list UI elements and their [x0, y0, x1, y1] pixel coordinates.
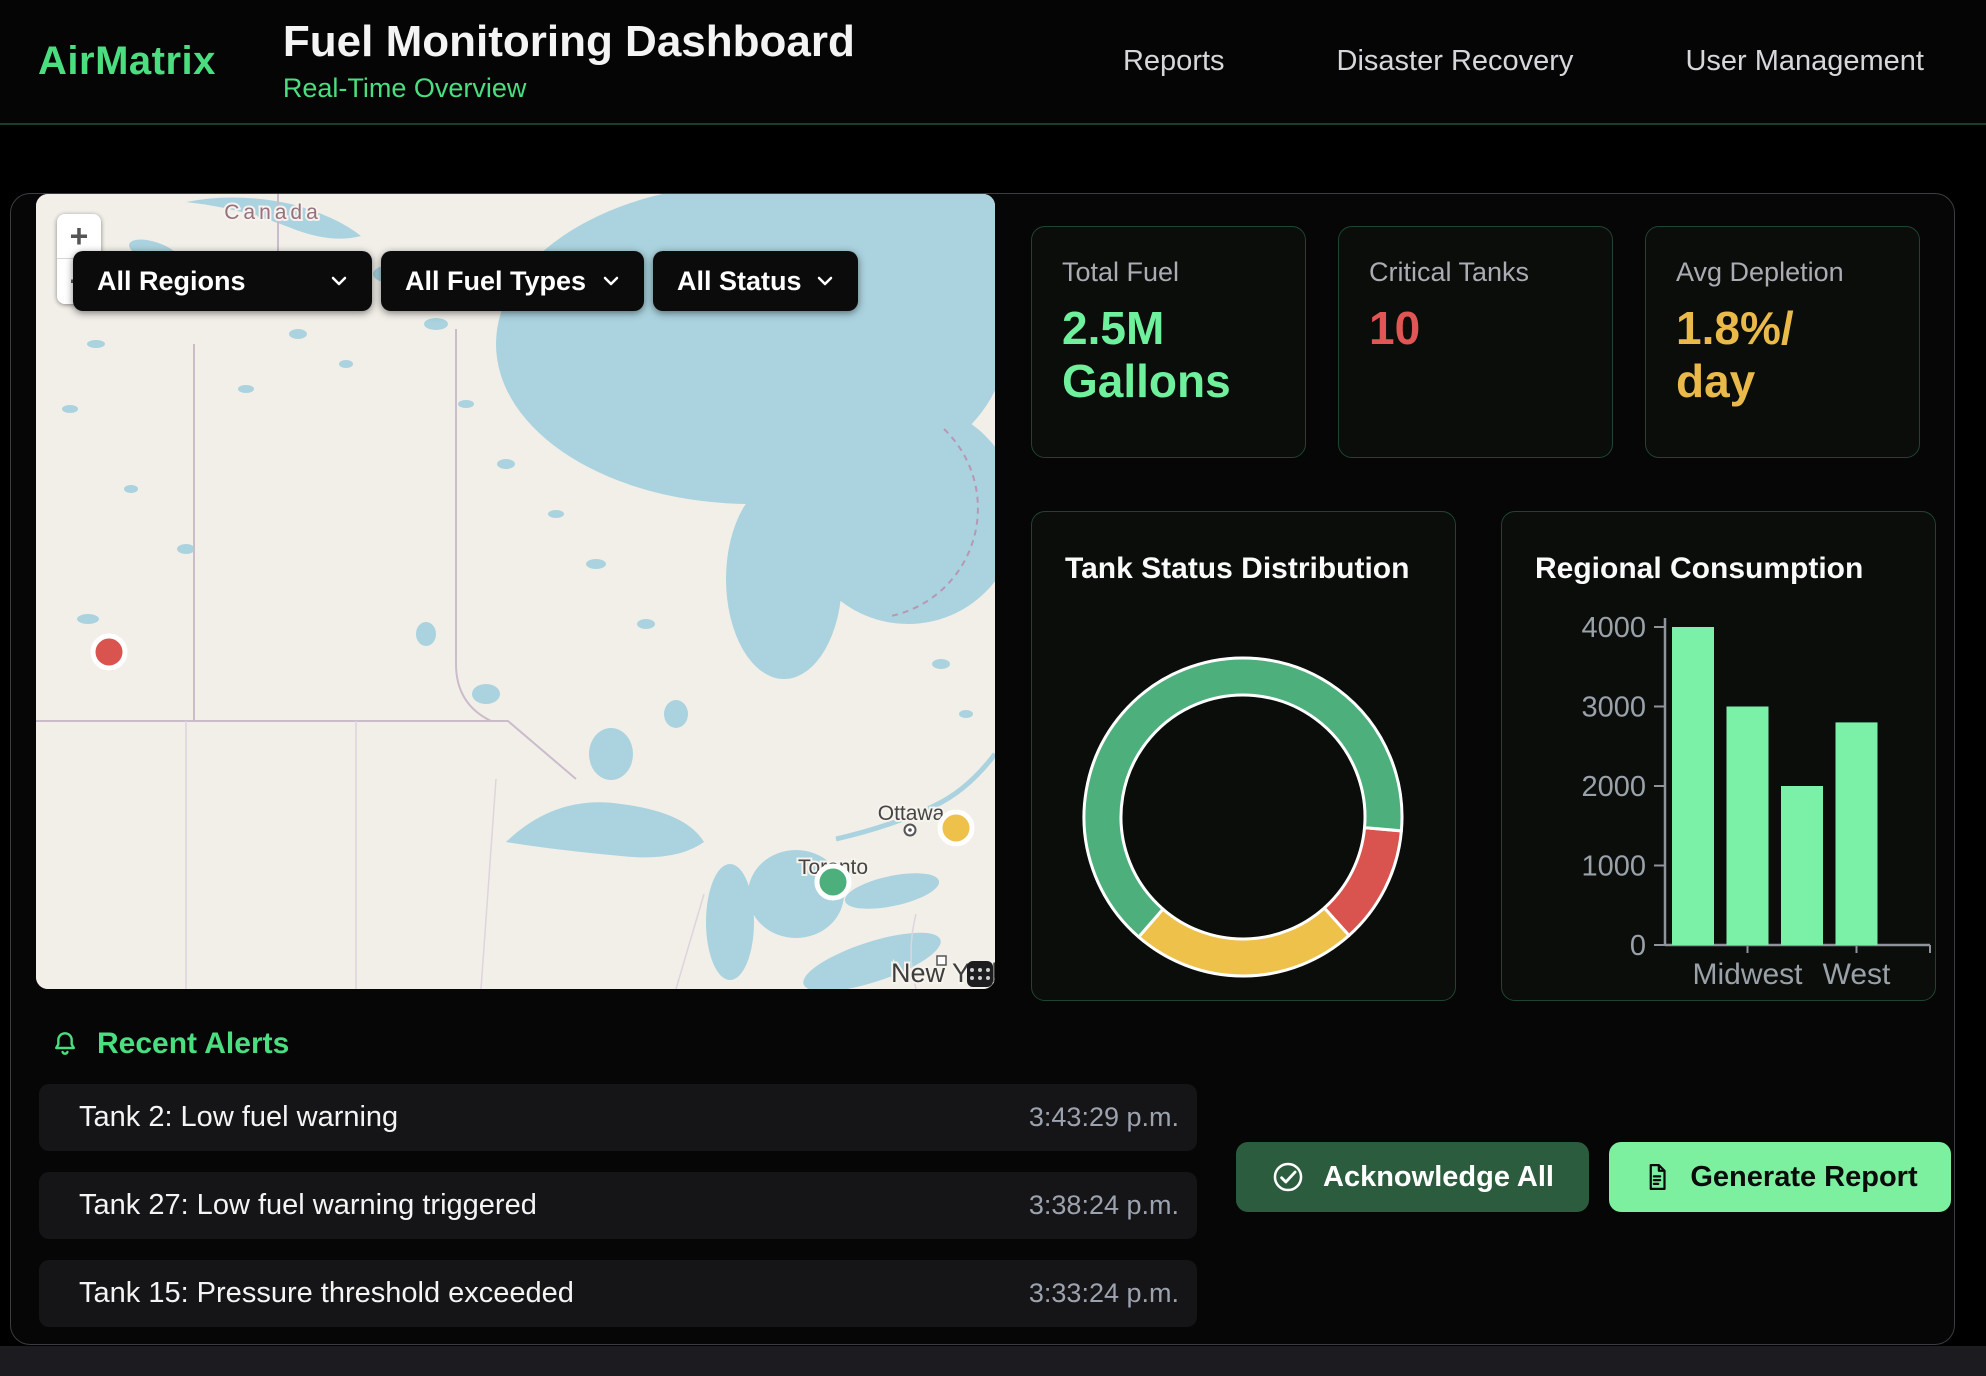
alert-row[interactable]: Tank 2: Low fuel warning 3:43:29 p.m.	[39, 1084, 1197, 1151]
fuel-map[interactable]: Canada Ottawa Toronto New York + − All R…	[36, 194, 995, 989]
stat-cards: Total Fuel 2.5M Gallons Critical Tanks 1…	[1031, 226, 1920, 458]
donut-segment-warning[interactable]	[1139, 908, 1349, 976]
stat-card-total-fuel: Total Fuel 2.5M Gallons	[1031, 226, 1306, 458]
x-tick-label: West	[1823, 958, 1891, 991]
stat-label: Critical Tanks	[1369, 257, 1582, 288]
tank-status-donut[interactable]	[1032, 512, 1457, 1002]
fuel-type-filter-dropdown[interactable]: All Fuel Types	[381, 251, 644, 311]
chevron-down-icon	[602, 274, 620, 288]
map-label-country: Canada	[224, 201, 322, 224]
tank-marker-warning[interactable]	[940, 812, 972, 844]
page-subtitle: Real-Time Overview	[283, 73, 855, 104]
status-filter-dropdown[interactable]: All Status	[653, 251, 858, 311]
alert-row[interactable]: Tank 27: Low fuel warning triggered 3:38…	[39, 1172, 1197, 1239]
region-filter-value: All Regions	[97, 266, 246, 297]
stat-card-avg-depletion: Avg Depletion 1.8%/ day	[1645, 226, 1920, 458]
alert-timestamp: 3:33:24 p.m.	[1029, 1278, 1179, 1309]
recent-alerts-title: Recent Alerts	[97, 1027, 289, 1061]
alert-message: Tank 27: Low fuel warning triggered	[79, 1189, 537, 1222]
main-nav: Reports Disaster Recovery User Managemen…	[1123, 45, 1986, 78]
stat-label: Avg Depletion	[1676, 257, 1889, 288]
brand-logo[interactable]: AirMatrix	[38, 39, 216, 84]
generate-report-label: Generate Report	[1690, 1161, 1917, 1194]
regional-consumption-chart[interactable]: 0 1000 2000 3000 4000 Midwest West	[1502, 512, 1937, 1002]
y-tick-label: 2000	[1581, 771, 1646, 803]
bar-2[interactable]	[1781, 786, 1823, 945]
bar-1[interactable]	[1727, 707, 1769, 946]
page-footer-strip	[0, 1346, 1986, 1376]
bar-3[interactable]	[1836, 722, 1878, 945]
acknowledge-all-button[interactable]: Acknowledge All	[1236, 1142, 1589, 1212]
app-header: AirMatrix Fuel Monitoring Dashboard Real…	[0, 0, 1986, 125]
map-canvas[interactable]: Canada Ottawa Toronto New York	[36, 194, 995, 989]
stat-card-critical-tanks: Critical Tanks 10	[1338, 226, 1613, 458]
y-tick-label: 0	[1630, 930, 1646, 962]
recent-alerts-header: Recent Alerts	[49, 1027, 289, 1061]
map-drag-handle-icon[interactable]	[967, 961, 993, 987]
tank-marker-critical[interactable]	[93, 636, 125, 668]
tank-status-card: Tank Status Distribution	[1031, 511, 1456, 1001]
bar-0[interactable]	[1672, 627, 1714, 945]
tank-marker-normal[interactable]	[817, 866, 849, 898]
fuel-type-filter-value: All Fuel Types	[405, 266, 586, 297]
y-tick-label: 4000	[1581, 612, 1646, 644]
y-tick-label: 3000	[1581, 692, 1646, 724]
alert-timestamp: 3:43:29 p.m.	[1029, 1102, 1179, 1133]
chevron-down-icon	[330, 274, 348, 288]
status-filter-value: All Status	[677, 266, 802, 297]
nav-item-user-management[interactable]: User Management	[1685, 45, 1924, 78]
stat-value-critical-tanks: 10	[1369, 302, 1582, 355]
alert-message: Tank 2: Low fuel warning	[79, 1101, 398, 1134]
region-filter-dropdown[interactable]: All Regions	[73, 251, 372, 311]
stat-value-total-fuel: 2.5M Gallons	[1062, 302, 1275, 408]
map-label-ottawa: Ottawa	[878, 802, 945, 825]
nav-item-reports[interactable]: Reports	[1123, 45, 1225, 78]
page-title: Fuel Monitoring Dashboard	[283, 19, 855, 65]
stat-value-avg-depletion: 1.8%/ day	[1676, 302, 1889, 408]
bell-icon	[49, 1027, 81, 1061]
nav-item-disaster-recovery[interactable]: Disaster Recovery	[1337, 45, 1574, 78]
alert-row[interactable]: Tank 15: Pressure threshold exceeded 3:3…	[39, 1260, 1197, 1327]
ottawa-city-dot-center	[908, 828, 912, 832]
main-panel: Canada Ottawa Toronto New York + − All R…	[10, 193, 1955, 1345]
document-icon	[1642, 1161, 1672, 1193]
alert-timestamp: 3:38:24 p.m.	[1029, 1190, 1179, 1221]
regional-consumption-card: Regional Consumption 01000200030004000Mi…	[1501, 511, 1936, 1001]
chevron-down-icon	[816, 274, 834, 288]
x-tick-label: Midwest	[1692, 958, 1803, 991]
title-block: Fuel Monitoring Dashboard Real-Time Over…	[283, 19, 855, 104]
generate-report-button[interactable]: Generate Report	[1609, 1142, 1951, 1212]
stat-label: Total Fuel	[1062, 257, 1275, 288]
alert-message: Tank 15: Pressure threshold exceeded	[79, 1277, 574, 1310]
check-circle-icon	[1271, 1160, 1305, 1194]
acknowledge-all-label: Acknowledge All	[1323, 1161, 1554, 1194]
y-tick-label: 1000	[1581, 851, 1646, 883]
